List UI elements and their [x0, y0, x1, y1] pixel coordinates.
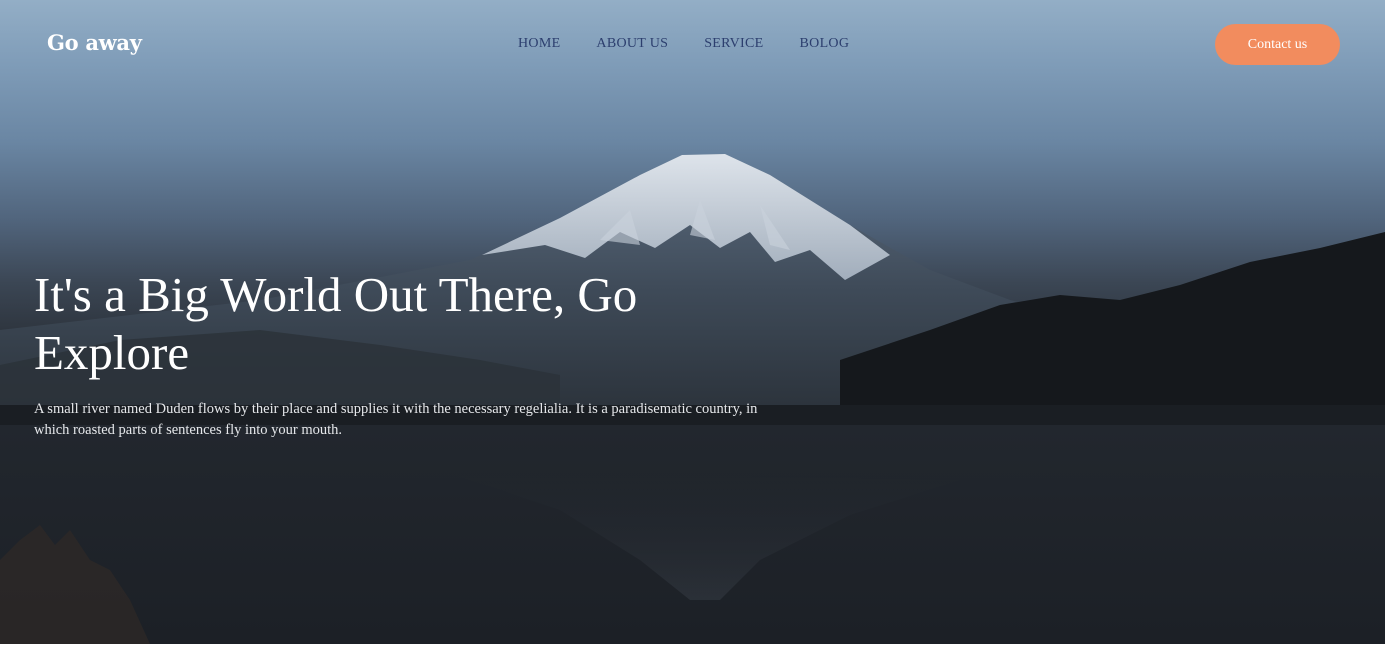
- nav-item-about-us[interactable]: ABOUT US: [596, 36, 668, 52]
- nav-item-home[interactable]: HOME: [518, 36, 560, 52]
- main-nav: HOME ABOUT US SERVICE BOLOG: [518, 36, 885, 52]
- site-header: Go away HOME ABOUT US SERVICE BOLOG Cont…: [0, 0, 1385, 90]
- nav-item-service[interactable]: SERVICE: [704, 36, 763, 52]
- nav-item-blog[interactable]: BOLOG: [800, 36, 850, 52]
- hero-headline: It's a Big World Out There, Go Explore: [34, 267, 638, 380]
- contact-us-button[interactable]: Contact us: [1215, 24, 1340, 65]
- hero-lead-text: A small river named Duden flows by their…: [34, 401, 758, 438]
- hero-section: Go away HOME ABOUT US SERVICE BOLOG Cont…: [0, 0, 1385, 644]
- site-logo[interactable]: Go away: [47, 30, 142, 55]
